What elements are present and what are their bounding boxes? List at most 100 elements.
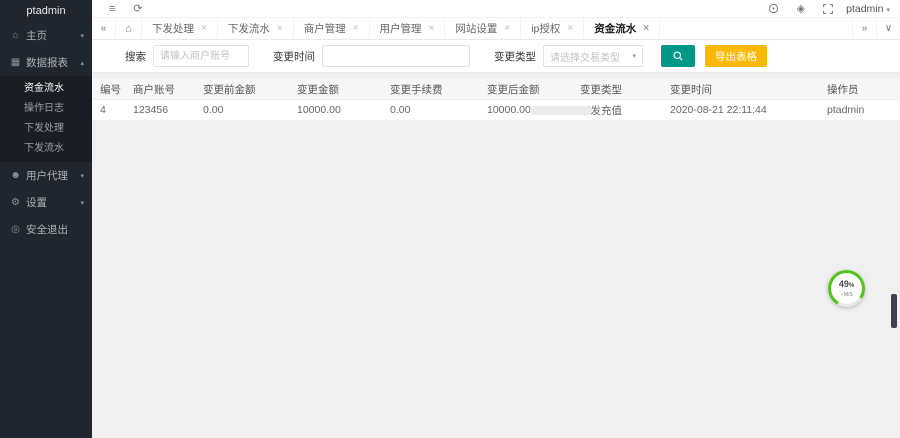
tab-网站设置[interactable]: 网站设置 × xyxy=(445,18,521,39)
close-icon[interactable]: × xyxy=(567,23,573,34)
tabs-more-icon[interactable]: ∨ xyxy=(876,18,900,39)
close-icon[interactable]: × xyxy=(201,23,207,34)
sidebar-subitem[interactable]: 操作日志 xyxy=(0,99,92,119)
close-icon[interactable]: × xyxy=(643,23,649,34)
sidebar-item-label: 主页 xyxy=(26,28,80,43)
fullscreen-icon[interactable] xyxy=(814,4,842,14)
main-area: ≡ ⟳ ◈ ptadmin▾ « ⌂ 下发处理×下发流水×商户管理×用户管理×网… xyxy=(92,0,900,438)
table-cell: 2020-08-21 22:11:44 xyxy=(670,104,827,116)
theme-icon[interactable]: ◈ xyxy=(788,0,814,18)
gear-icon: ⚙ xyxy=(9,197,22,208)
search-input[interactable] xyxy=(153,45,249,67)
time-input[interactable] xyxy=(322,45,470,67)
table-cell: 下发充值 xyxy=(580,103,670,118)
type-select[interactable]: 请选择交易类型 ▾ xyxy=(543,45,643,67)
table-cell: 0.00 xyxy=(390,104,487,116)
sidebar-subitem[interactable]: 资金流水 xyxy=(0,79,92,99)
redacted-area xyxy=(530,106,592,115)
progress-percent: 49% xyxy=(839,280,854,291)
tabbar-right: » ∨ xyxy=(852,18,900,39)
sidebar-item-label: 安全退出 xyxy=(26,222,84,237)
tabs-collapse-icon[interactable]: « xyxy=(92,18,116,39)
tab-下发处理[interactable]: 下发处理 × xyxy=(142,18,218,39)
tabs-expand-icon[interactable]: » xyxy=(852,18,876,39)
column-header: 操作员 xyxy=(827,82,900,97)
sidebar-submenu: 资金流水操作日志下发处理下发流水 xyxy=(0,76,92,162)
sidebar-item-label: 数据报表 xyxy=(26,55,80,70)
chevron-icon: ▾ xyxy=(80,32,84,40)
sidebar-item-user-agent[interactable]: ☻用户代理▾ xyxy=(0,162,92,189)
tab-资金流水[interactable]: 资金流水 × xyxy=(584,18,660,39)
tab-label: 用户管理 xyxy=(380,21,422,36)
chevron-icon: ▴ xyxy=(80,59,84,67)
sidebar-item-reports[interactable]: ▦ 数据报表▴ xyxy=(0,49,92,76)
tabbar: « ⌂ 下发处理×下发流水×商户管理×用户管理×网站设置×ip授权×资金流水× … xyxy=(92,18,900,40)
progress-widget[interactable]: 49% ⚡M/S xyxy=(828,270,865,307)
export-button[interactable]: 导出表格 xyxy=(705,45,767,67)
column-header: 变更后金额 xyxy=(487,82,580,97)
tab-用户管理[interactable]: 用户管理 × xyxy=(370,18,446,39)
close-icon[interactable]: × xyxy=(277,23,283,34)
table-cell: 0.00 xyxy=(203,104,297,116)
user-menu[interactable]: ptadmin▾ xyxy=(842,3,900,15)
search-button[interactable] xyxy=(661,45,695,67)
filter-bar: 搜索 变更时间 变更类型 请选择交易类型 ▾ 导出表格 xyxy=(92,40,900,73)
table-cell: 123456 xyxy=(133,104,203,116)
sidebar: ptadmin ⌂主页▾▦数据报表▴资金流水操作日志下发处理下发流水☻用户代理▾… xyxy=(0,0,92,438)
column-header: 变更金额 xyxy=(297,82,390,97)
username: ptadmin xyxy=(846,3,883,15)
tab-ip授权[interactable]: ip授权 × xyxy=(521,18,584,39)
tab-label: ip授权 xyxy=(531,21,560,36)
home-icon: ⌂ xyxy=(9,30,22,41)
column-header: 变更前金额 xyxy=(203,82,297,97)
sidebar-subitem[interactable]: 下发处理 xyxy=(0,119,92,139)
scrollbar-thumb[interactable] xyxy=(891,294,897,328)
sidebar-item-logout[interactable]: ◎ 安全退出 xyxy=(0,216,92,243)
sidebar-item-label: 用户代理 xyxy=(26,168,80,183)
app-logo: ptadmin xyxy=(0,0,92,22)
topbar: ≡ ⟳ ◈ ptadmin▾ xyxy=(92,0,900,18)
logout-icon: ◎ xyxy=(9,224,22,235)
tab-label: 下发处理 xyxy=(152,21,194,36)
tab-下发流水[interactable]: 下发流水 × xyxy=(218,18,294,39)
column-header: 变更手续费 xyxy=(390,82,487,97)
data-table: 编号商户账号变更前金额变更金额变更手续费变更后金额变更类型变更时间操作员 412… xyxy=(92,79,900,121)
tab-商户管理[interactable]: 商户管理 × xyxy=(294,18,370,39)
table-header-row: 编号商户账号变更前金额变更金额变更手续费变更后金额变更类型变更时间操作员 xyxy=(92,79,900,100)
progress-widget-face: 49% ⚡M/S xyxy=(831,273,862,304)
home-tab-icon[interactable]: ⌂ xyxy=(116,18,142,39)
type-label: 变更类型 xyxy=(494,49,536,64)
hamburger-icon[interactable]: ≡ xyxy=(100,0,124,18)
table-cell: 4 xyxy=(100,104,133,116)
column-header: 变更类型 xyxy=(580,82,670,97)
tab-list: 下发处理 × 下发流水 × 商户管理 × 用户管理 × 网站设置 × ip授权 × 资金流水 × xyxy=(142,18,852,39)
column-header: 变更时间 xyxy=(670,82,827,97)
chevron-down-icon: ▾ xyxy=(632,52,636,60)
close-icon[interactable]: × xyxy=(429,23,435,34)
message-icon[interactable] xyxy=(759,3,788,14)
tab-label: 下发流水 xyxy=(228,21,270,36)
chevron-icon: ▾ xyxy=(80,199,84,207)
search-icon xyxy=(672,50,684,62)
table-cell: ptadmin xyxy=(827,104,900,116)
sidebar-item-label: 设置 xyxy=(26,195,80,210)
sidebar-subitem[interactable]: 下发流水 xyxy=(0,139,92,159)
table-row[interactable]: 41234560.0010000.000.0010000.00下发充值2020-… xyxy=(92,100,900,121)
sidebar-item-settings[interactable]: ⚙ 设置▾ xyxy=(0,189,92,216)
close-icon[interactable]: × xyxy=(353,23,359,34)
column-header: 商户账号 xyxy=(133,82,203,97)
refresh-icon[interactable]: ⟳ xyxy=(124,0,151,18)
type-select-placeholder: 请选择交易类型 xyxy=(550,49,632,64)
table-cell: 10000.00 xyxy=(297,104,390,116)
tab-label: 网站设置 xyxy=(455,21,497,36)
progress-sublabel: ⚡M/S xyxy=(840,292,852,298)
tab-label: 资金流水 xyxy=(594,21,636,36)
time-label: 变更时间 xyxy=(273,49,315,64)
user-icon: ☻ xyxy=(9,170,22,181)
sidebar-item-home[interactable]: ⌂ 主页▾ xyxy=(0,22,92,49)
topbar-right: ◈ ptadmin▾ xyxy=(759,0,900,18)
close-icon[interactable]: × xyxy=(504,23,510,34)
report-icon: ▦ xyxy=(9,57,22,68)
sidebar-menu: ⌂主页▾▦数据报表▴资金流水操作日志下发处理下发流水☻用户代理▾⚙设置▾◎安全退… xyxy=(0,22,92,243)
tab-label: 商户管理 xyxy=(304,21,346,36)
